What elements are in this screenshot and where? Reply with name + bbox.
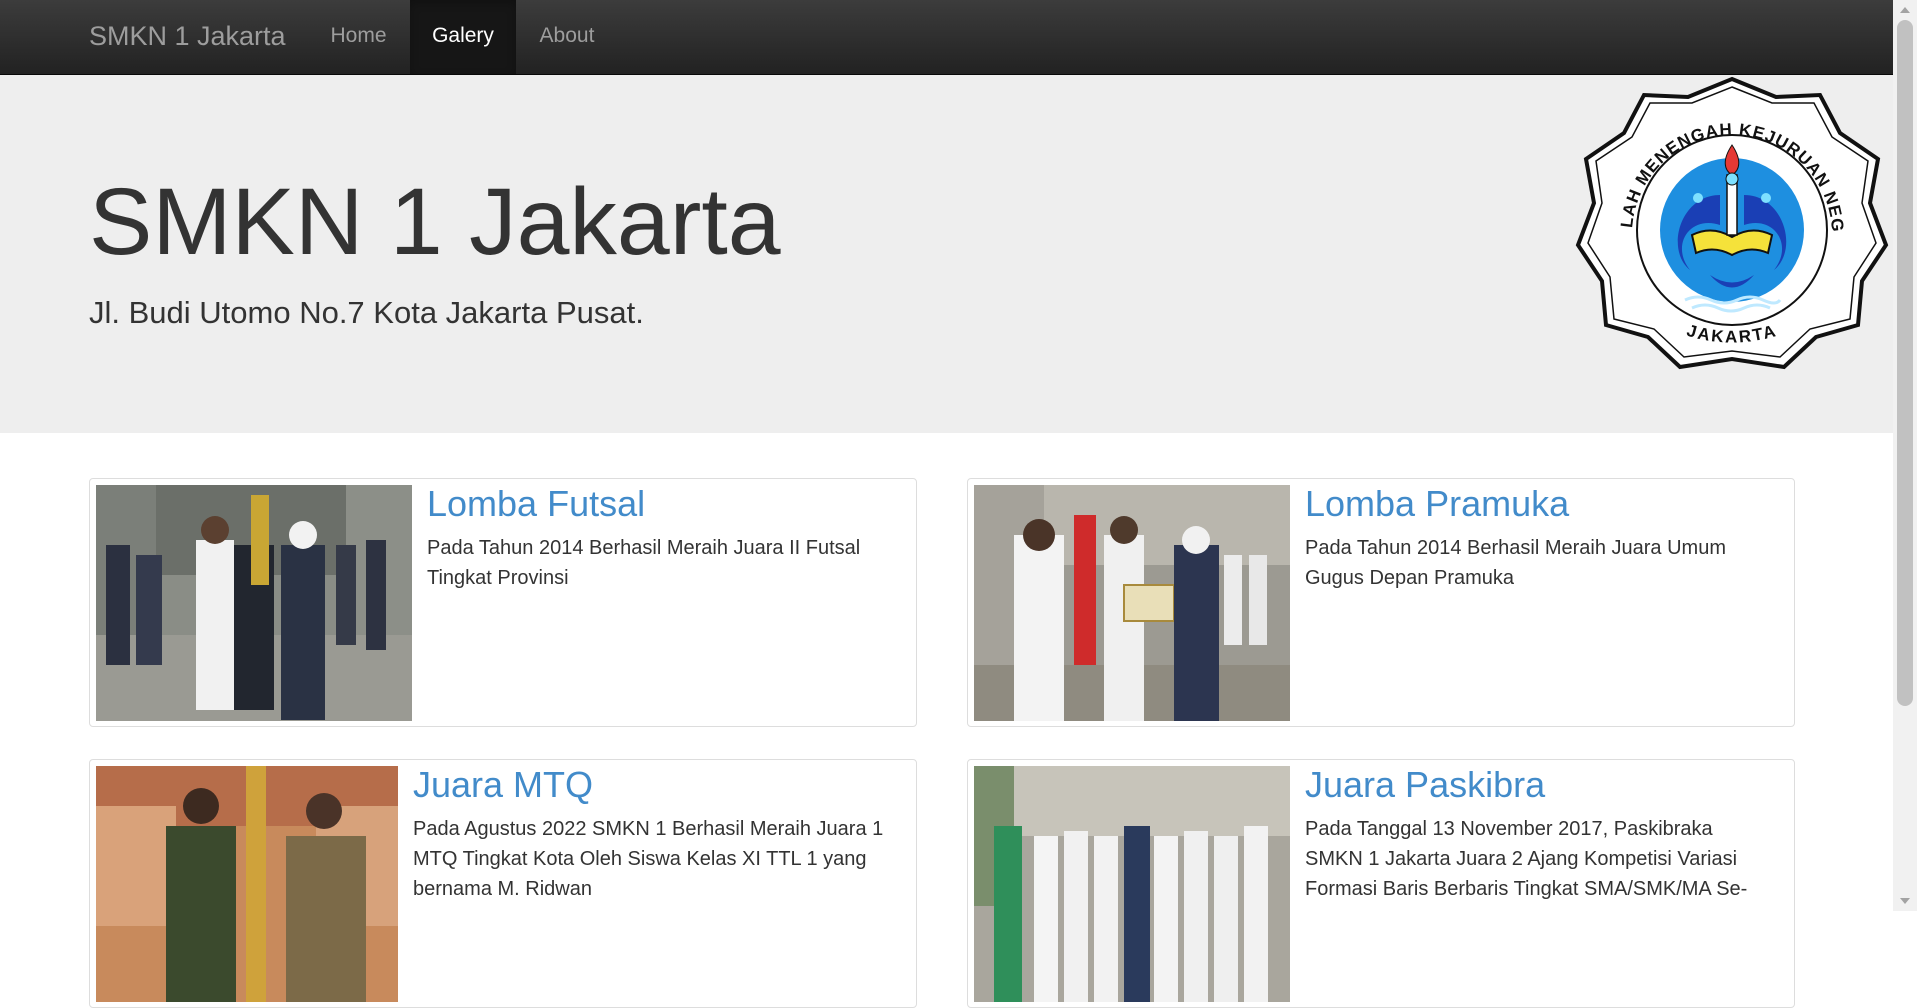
brand-link[interactable]: SMKN 1 Jakarta (89, 0, 286, 74)
hero-subtitle: Jl. Budi Utomo No.7 Kota Jakarta Pusat. (89, 295, 644, 330)
page-scrollbar[interactable] (1893, 0, 1917, 911)
card-title[interactable]: Juara Paskibra (1305, 764, 1545, 806)
card-title[interactable]: Lomba Pramuka (1305, 483, 1569, 525)
paskibra-photo (974, 766, 1290, 1002)
scroll-down-icon[interactable] (1900, 898, 1910, 904)
mtq-photo (96, 766, 398, 1002)
futsal-photo (96, 485, 412, 721)
scroll-up-icon[interactable] (1900, 7, 1910, 13)
gallery-card-pramuka: Lomba Pramuka Pada Tahun 2014 Berhasil M… (967, 478, 1795, 727)
nav-home[interactable]: Home (310, 0, 407, 74)
card-text: Pada Tahun 2014 Berhasil Meraih Juara Um… (1305, 537, 1726, 589)
card-text: Pada Agustus 2022 SMKN 1 Berhasil Meraih… (413, 818, 884, 900)
hero-section: SMKN 1 Jakarta Jl. Budi Utomo No.7 Kota … (0, 75, 1893, 433)
school-logo: SEKOLAH MENENGAH KEJURUAN NEGERI 1 JAKAR… (1570, 75, 1889, 370)
card-text: Pada Tahun 2014 Berhasil Meraih Juara II… (427, 537, 861, 589)
gallery-card-futsal: Lomba Futsal Pada Tahun 2014 Berhasil Me… (89, 478, 917, 727)
scroll-thumb[interactable] (1897, 20, 1913, 706)
card-title[interactable]: Juara MTQ (413, 764, 593, 806)
nav-about[interactable]: About (518, 0, 616, 74)
nav-galery[interactable]: Galery (410, 0, 516, 74)
gallery-card-mtq: Juara MTQ Pada Agustus 2022 SMKN 1 Berha… (89, 759, 917, 1008)
navbar: SMKN 1 Jakarta Home Galery About (0, 0, 1893, 75)
card-title[interactable]: Lomba Futsal (427, 483, 645, 525)
gallery-card-paskibra: Juara Paskibra Pada Tanggal 13 November … (967, 759, 1795, 1008)
hero-title: SMKN 1 Jakarta (89, 169, 781, 275)
pramuka-photo (974, 485, 1290, 721)
card-text: Pada Tanggal 13 November 2017, Paskibrak… (1305, 818, 1748, 900)
